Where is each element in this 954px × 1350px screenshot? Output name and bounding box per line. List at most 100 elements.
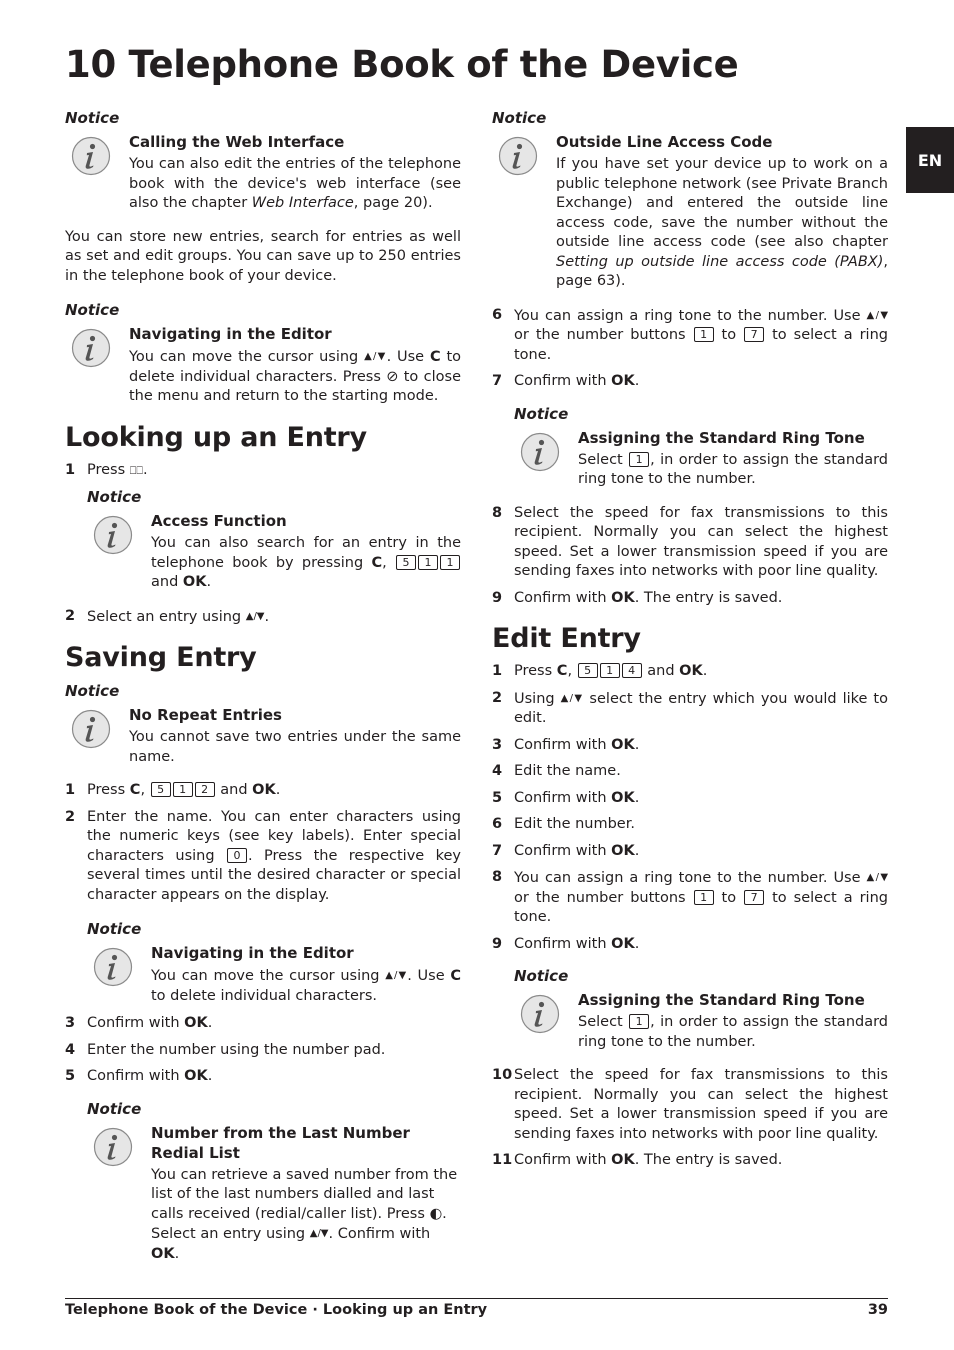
notice-title: Access Function <box>151 512 287 530</box>
step-item: 3 Confirm with OK. <box>492 736 640 753</box>
key-5: 5 <box>150 782 171 797</box>
page-number: 39 <box>867 1302 888 1318</box>
info-icon <box>498 136 544 176</box>
info-icon <box>71 136 117 176</box>
step-item: 1 Press ⎕⎕. <box>65 461 148 478</box>
notice-title: Assigning the Standard Ring Tone <box>578 428 865 447</box>
notice-text: You can retrieve a saved number from the… <box>151 1166 458 1262</box>
key-1: 1 <box>629 1014 650 1029</box>
step-item: 5 Confirm with OK. <box>65 1068 213 1084</box>
up-down-arrows-icon: ▲/▼ <box>309 1228 329 1239</box>
up-down-arrows-icon: ▲/▼ <box>364 351 387 362</box>
step-item: 11 Confirm with OK. The entry is saved. <box>492 1152 783 1168</box>
key-1: 1 <box>629 451 650 467</box>
step-item: 6 Edit the number. <box>492 816 635 832</box>
notice-label: Notice <box>65 682 120 700</box>
notice-outside-line: Notice Outside Line Access Code If you h… <box>492 108 888 292</box>
key-1: 1 <box>599 663 620 678</box>
step-item: 1 Press C, 514 and OK. <box>492 663 708 679</box>
notice-text: If you have set your device up to work o… <box>556 156 888 289</box>
key-2: 2 <box>194 782 215 797</box>
notice-navigating-editor: Notice Navigating in the Editor You can … <box>65 300 461 407</box>
step-item: 9 Confirm with OK. <box>492 935 640 952</box>
notice-label: Notice <box>492 109 547 127</box>
notice-label: Notice <box>514 967 569 985</box>
key-7: 7 <box>744 889 765 905</box>
cross-reference-link[interactable]: Setting up outside line access code (PAB… <box>556 254 883 270</box>
language-tab: EN <box>906 127 954 193</box>
up-down-arrows-icon: ▲/▼ <box>245 610 265 622</box>
phonebook-key-icon: ⎕⎕ <box>129 463 143 477</box>
step-item: 2 Select an entry using ▲/▼. <box>65 607 270 625</box>
notice-text: Select 1, in order to assign the standar… <box>578 451 889 487</box>
notice-title: Navigating in the Editor <box>151 944 354 962</box>
redial-key-icon: ◐ <box>429 1205 443 1222</box>
section-heading-edit-entry: Edit Entry <box>492 623 641 654</box>
info-icon <box>93 515 139 555</box>
notice-label: Notice <box>65 109 120 127</box>
step-item: 2 Using ▲/▼ select the entry which you w… <box>492 689 888 727</box>
key-5: 5 <box>396 554 417 570</box>
info-icon <box>71 709 117 749</box>
key-1: 1 <box>440 554 461 570</box>
notice-title: Navigating in the Editor <box>129 325 332 343</box>
notice-standard-ring-tone-2: Notice Assigning the Standard Ring Tone … <box>514 966 888 1052</box>
notice-title: Calling the Web Interface <box>129 133 345 151</box>
info-icon <box>520 994 566 1034</box>
notice-text: You cannot save two entries under the sa… <box>129 729 461 765</box>
notice-label: Notice <box>514 404 569 423</box>
step-item: 6 You can assign a ring tone to the numb… <box>492 306 889 363</box>
step-item: 1 Press C, 512 and OK. <box>65 782 281 798</box>
key-5: 5 <box>577 663 598 678</box>
footer-divider <box>65 1298 888 1299</box>
notice-navigating-editor-2: Notice Navigating in the Editor You can … <box>87 919 461 1006</box>
notice-access-function: Notice Access Function You can also sear… <box>87 487 461 593</box>
key-1: 1 <box>418 554 439 570</box>
key-1: 1 <box>693 327 714 342</box>
key-4: 4 <box>621 663 642 678</box>
info-icon <box>93 1127 139 1167</box>
key-1: 1 <box>693 889 714 905</box>
key-1: 1 <box>172 782 193 797</box>
notice-standard-ring-tone: Notice Assigning the Standard Ring Tone … <box>514 404 888 490</box>
info-icon <box>71 328 117 368</box>
notice-title: Number from the Last Number Redial List <box>151 1123 410 1162</box>
notice-text: You can also search for an entry in the … <box>151 535 461 590</box>
notice-title: No Repeat Entries <box>129 706 282 724</box>
step-item: 8 You can assign a ring tone to the numb… <box>492 869 889 925</box>
notice-label: Notice <box>87 1099 142 1118</box>
footer-breadcrumb: Telephone Book of the Device · Looking u… <box>65 1302 488 1318</box>
notice-label: Notice <box>65 301 120 319</box>
step-item: 2 Enter the name. You can enter characte… <box>65 808 461 903</box>
info-icon <box>93 947 139 987</box>
step-item: 9 Confirm with OK. The entry is saved. <box>492 589 783 606</box>
language-tab-label: EN <box>917 150 943 170</box>
notice-text: Select 1, in order to assign the standar… <box>578 1014 889 1050</box>
step-item: 7 Confirm with OK. <box>492 842 640 859</box>
up-down-arrows-icon: ▲/▼ <box>866 872 889 883</box>
page-title: 10 Telephone Book of the Device <box>65 43 739 86</box>
notice-label: Notice <box>87 920 142 938</box>
step-item: 4 Enter the number using the number pad. <box>65 1041 386 1058</box>
notice-redial-list: Notice Number from the Last Number Redia… <box>87 1099 461 1265</box>
key-7: 7 <box>744 327 765 342</box>
step-item: 10 Select the speed for fax transmission… <box>492 1067 888 1142</box>
cross-reference-link[interactable]: Web Interface <box>252 195 354 211</box>
section-heading-looking-up: Looking up an Entry <box>65 421 367 453</box>
notice-label: Notice <box>87 488 142 506</box>
up-down-arrows-icon: ▲/▼ <box>385 970 408 981</box>
key-0: 0 <box>226 847 247 863</box>
step-item: 4 Edit the name. <box>492 763 621 779</box>
notice-text: You can move the cursor using ▲/▼. Use C… <box>129 349 462 404</box>
notice-title: Assigning the Standard Ring Tone <box>578 991 865 1009</box>
notice-no-repeat: Notice No Repeat Entries You cannot save… <box>65 681 461 767</box>
notice-text: You can move the cursor using ▲/▼. Use C… <box>151 968 462 1004</box>
step-item: 3 Confirm with OK. <box>65 1015 213 1031</box>
step-item: 5 Confirm with OK. <box>492 789 640 806</box>
info-icon <box>520 432 566 472</box>
step-item: 8 Select the speed for fax transmissions… <box>492 504 888 580</box>
intro-paragraph: You can store new entries, search for en… <box>65 228 461 284</box>
left-column: Notice Calling the Web Interface You can… <box>65 108 461 1278</box>
step-item: 7 Confirm with OK. <box>492 373 640 389</box>
up-down-arrows-icon: ▲/▼ <box>866 309 889 321</box>
